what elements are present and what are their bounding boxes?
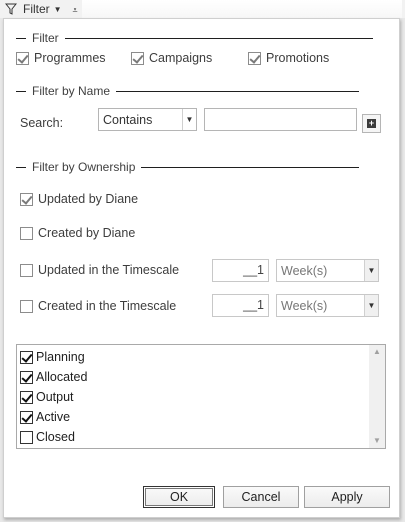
name-group-label: Filter by Name [32,84,111,98]
cancel-button[interactable]: Cancel [223,486,299,508]
customize-arrow-icon[interactable]: ⩡ [68,4,82,16]
divider [16,37,26,39]
filter-menu-button[interactable]: Filter ▼ [0,0,68,18]
checkbox-label: Programmes [34,51,106,65]
checkbox-box[interactable] [20,410,33,424]
quick-access-bar: Filter ▼ ⩡ [0,0,405,18]
checkbox-box[interactable] [20,390,33,404]
count-value: __1 [243,263,264,277]
created-timescale-unit-dropdown[interactable]: Week(s) ▼ [276,294,379,317]
status-label: Planning [36,350,85,364]
filter-group-label: Filter [32,31,59,45]
checkbox-label: Created by Diane [38,226,136,240]
plus-icon: + [367,118,376,128]
checkbox-box[interactable] [16,51,29,65]
tab-strip [82,0,402,18]
created-timescale-count[interactable]: __1 [212,294,269,317]
checkbox-box[interactable] [20,192,33,206]
divider [16,90,26,92]
divider [16,166,26,168]
updated-by-checkbox[interactable]: Updated by Diane [20,192,138,206]
status-label: Allocated [36,370,88,384]
divider [64,37,373,39]
status-label: Output [36,390,74,404]
updated-timescale-checkbox[interactable]: Updated in the Timescale [20,263,179,277]
chevron-down-icon[interactable]: ▼ [364,260,378,281]
status-checklist[interactable]: Planning Allocated Output Active Closed … [16,344,386,449]
programmes-checkbox[interactable]: Programmes [16,51,106,65]
divider [141,166,360,168]
checkbox-label: Promotions [266,51,330,65]
status-active[interactable]: Active [20,410,70,424]
status-allocated[interactable]: Allocated [20,370,87,384]
ok-button[interactable]: OK [143,486,215,508]
checkbox-box[interactable] [20,370,33,384]
chevron-down-icon[interactable]: ▼ [182,109,196,130]
list-scrollbar[interactable]: ▲ ▼ [369,345,385,448]
name-group-title: Filter by Name [16,84,360,98]
unit-value: Week(s) [281,298,328,313]
scroll-up-icon[interactable]: ▲ [369,345,385,359]
funnel-icon [5,3,17,15]
status-output[interactable]: Output [20,390,74,404]
search-label: Search: [20,116,63,130]
cancel-label: Cancel [241,490,281,504]
status-planning[interactable]: Planning [20,350,85,364]
ownership-group-title: Filter by Ownership [16,160,360,174]
status-label: Closed [36,430,75,444]
unit-value: Week(s) [281,263,328,278]
apply-button[interactable]: Apply [304,486,390,508]
filter-group-title: Filter [16,31,373,45]
checkbox-label: Created in the Timescale [38,299,177,313]
campaigns-checkbox[interactable]: Campaigns [131,51,212,65]
checkbox-box[interactable] [248,51,261,65]
add-search-button[interactable]: + [362,114,381,133]
checkbox-box[interactable] [20,350,33,364]
scroll-down-icon[interactable]: ▼ [369,434,385,448]
filter-panel: Filter Programmes Campaigns Promotions F… [3,18,400,518]
status-label: Active [36,410,71,424]
checkbox-box[interactable] [20,430,33,444]
checkbox-label: Updated by Diane [38,192,139,206]
checkbox-label: Campaigns [149,51,213,65]
created-by-checkbox[interactable]: Created by Diane [20,226,135,240]
filter-menu-label: Filter [23,2,50,16]
ownership-group-label: Filter by Ownership [32,160,136,174]
promotions-checkbox[interactable]: Promotions [248,51,329,65]
chevron-down-icon[interactable]: ▼ [364,295,378,316]
ok-label: OK [169,490,189,504]
search-input[interactable] [204,108,357,131]
updated-timescale-count[interactable]: __1 [212,259,269,282]
checkbox-box[interactable] [20,226,33,240]
checkbox-label: Updated in the Timescale [38,263,180,277]
match-mode-value: Contains [103,112,153,127]
checkbox-box[interactable] [20,299,33,313]
search-label-text: Search: [20,116,64,130]
match-mode-dropdown[interactable]: Contains ▼ [98,108,197,131]
created-timescale-checkbox[interactable]: Created in the Timescale [20,299,176,313]
apply-label: Apply [331,490,363,504]
status-closed[interactable]: Closed [20,430,75,444]
checkbox-box[interactable] [20,263,33,277]
updated-timescale-unit-dropdown[interactable]: Week(s) ▼ [276,259,379,282]
checkbox-box[interactable] [131,51,144,65]
chevron-down-icon: ▼ [53,4,62,14]
divider [116,90,360,92]
count-value: __1 [243,298,264,312]
